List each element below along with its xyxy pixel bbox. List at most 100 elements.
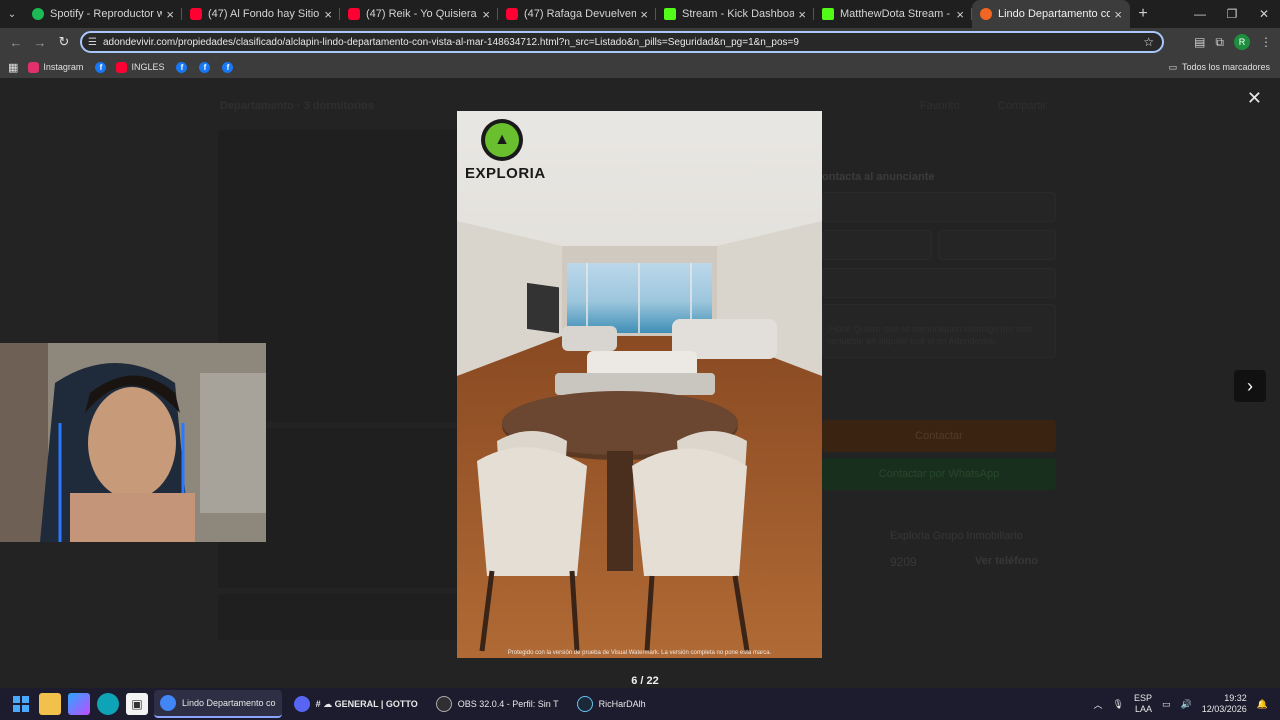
clock-date: 12/03/2026 [1201,704,1247,714]
tab-label: Stream - Kick Dashboard [682,8,795,20]
site-info-icon[interactable]: ☰ [88,37,97,48]
system-tray: ︿ 🎙 ESP LAA ▭ 🔊 19:32 12/03/2026 🔔 [1094,693,1268,715]
edge-icon[interactable] [97,693,119,715]
photo-counter: 6 / 22 [631,675,659,687]
toolbar-actions: ▤ ⧉ R ⋮ [1194,34,1272,50]
clock-time: 19:32 [1224,693,1247,703]
youtube-icon [506,8,518,20]
toolbar: ← → ↻ ☰ adondevivir.com/propiedades/clas… [0,28,1280,56]
taskbar-obs[interactable]: OBS 32.0.4 - Perfil: Sin T [430,690,565,718]
taskbar-label: # ☁ GENERAL | GOTTO [315,698,418,709]
instagram-icon [28,61,40,73]
volume-icon[interactable]: 🔊 [1181,699,1192,710]
close-tab-icon[interactable]: × [482,7,490,22]
spotify-icon [32,8,44,20]
menu-icon[interactable]: ⋮ [1260,35,1272,49]
taskbar-chrome[interactable]: Lindo Departamento co [154,690,282,718]
forward-icon[interactable]: → [28,35,52,50]
facebook-icon[interactable]: f [199,61,211,73]
bookmarks-bar: ▦ Instagram f INGLES f f f ▭ Todos los m… [0,56,1280,78]
lang-bottom: LAA [1134,704,1152,714]
copilot-icon[interactable] [68,693,90,715]
close-tab-icon[interactable]: × [324,7,332,22]
bookmark-label: INGLES [131,62,165,72]
url-text[interactable]: adondevivir.com/propiedades/clasificado/… [103,37,799,48]
extensions-icon[interactable]: ⧉ [1215,35,1224,50]
window-controls: — ❐ ✕ [1184,7,1280,21]
notifications-icon[interactable]: 🔔 [1257,699,1268,710]
bookmark-instagram[interactable]: Instagram [28,61,84,73]
close-tab-icon[interactable]: × [166,7,174,22]
tab-youtube-2[interactable]: (47) Reik - Yo Quisiera (Video) × [340,0,498,28]
adondevivir-icon [980,8,992,20]
minimize-icon[interactable]: — [1184,7,1216,21]
gallery-photo: ▲ EXPLORIA Protegido con la versión de p… [457,111,822,658]
tab-label: (47) Rafaga Devuelveme la Vida [524,8,637,20]
tab-youtube-1[interactable]: (47) Al Fondo hay Sitio 8: Franc × [182,0,340,28]
steam-icon [576,696,593,712]
bookmark-label: Instagram [43,62,84,72]
chevron-up-icon[interactable]: ︿ [1094,698,1103,711]
discord-icon [293,696,310,712]
facebook-icon[interactable]: f [222,61,234,73]
profile-avatar[interactable]: R [1234,34,1250,50]
tab-label: (47) Al Fondo hay Sitio 8: Franc [208,8,320,20]
close-tab-icon[interactable]: × [1114,7,1122,22]
tab-label: (47) Reik - Yo Quisiera (Video) [366,8,478,20]
all-bookmarks[interactable]: ▭ Todos los marcadores [1168,62,1270,73]
tab-kick-dashboard[interactable]: Stream - Kick Dashboard × [656,0,814,28]
living-room-photo [457,111,822,658]
close-tab-icon[interactable]: × [640,7,648,22]
kick-icon [822,8,834,20]
taskbar-steam[interactable]: RicHarDAlh [571,690,652,718]
apps-grid-icon[interactable]: ▦ [8,61,18,74]
youtube-icon [190,8,202,20]
taskbar-discord[interactable]: # ☁ GENERAL | GOTTO [288,690,424,718]
page-viewport: Departamento · 3 dormitorios Favorito Co… [0,78,1280,688]
language-indicator[interactable]: ESP LAA [1134,693,1152,715]
taskbar-label: OBS 32.0.4 - Perfil: Sin T [457,699,559,709]
microphone-icon[interactable]: 🎙 [1113,699,1124,710]
reload-icon[interactable]: ↻ [52,34,76,50]
tab-spotify[interactable]: Spotify - Reproductor web: mú × [24,0,182,28]
file-explorer-icon[interactable] [39,693,61,715]
bookmark-star-icon[interactable]: ☆ [1143,35,1154,49]
tab-kick-stream[interactable]: MatthewDota Stream - Watch L × [814,0,972,28]
facebook-icon[interactable]: f [176,61,188,73]
tab-adondevivir[interactable]: Lindo Departamento con Vista × [972,0,1130,28]
obs-icon [435,696,452,712]
close-gallery-icon[interactable]: ✕ [1247,88,1262,109]
address-bar[interactable]: ☰ adondevivir.com/propiedades/clasificad… [80,31,1164,53]
tab-label: Spotify - Reproductor web: mú [50,8,163,20]
bookmark-ingles[interactable]: INGLES [116,61,165,73]
back-icon[interactable]: ← [4,35,28,50]
webcam-overlay [0,343,266,542]
exploria-logo-icon: ▲ [481,119,523,161]
close-window-icon[interactable]: ✕ [1248,7,1280,21]
youtube-icon [348,8,360,20]
network-icon[interactable]: ▭ [1162,699,1171,710]
webcam-feed [0,343,266,542]
maximize-icon[interactable]: ❐ [1216,7,1248,21]
close-tab-icon[interactable]: × [798,7,806,22]
windows-start-icon[interactable] [10,693,32,715]
folder-icon: ▭ [1168,61,1177,72]
tab-strip: ⌄ Spotify - Reproductor web: mú × (47) A… [0,0,1280,28]
youtube-icon [116,61,128,73]
taskbar-label: RicHarDAlh [598,699,646,709]
tab-youtube-3[interactable]: (47) Rafaga Devuelveme la Vida × [498,0,656,28]
exploria-brand: EXPLORIA [465,165,546,182]
close-tab-icon[interactable]: × [956,7,964,22]
new-tab-button[interactable]: + [1130,5,1156,23]
clock[interactable]: 19:32 12/03/2026 [1202,693,1247,715]
tab-label: Lindo Departamento con Vista [998,8,1111,20]
kick-icon [664,8,676,20]
tab-search-icon[interactable]: ⌄ [0,0,24,28]
store-icon[interactable]: ▣ [126,693,148,715]
facebook-icon[interactable]: f [95,61,107,73]
watermark-text: Protegido con la versión de prueba de Vi… [507,650,772,656]
tab-label: MatthewDota Stream - Watch L [840,8,952,20]
next-photo-button[interactable]: › [1234,370,1266,402]
media-icon[interactable]: ▤ [1194,35,1205,49]
taskbar-label: Lindo Departamento co [182,698,276,708]
